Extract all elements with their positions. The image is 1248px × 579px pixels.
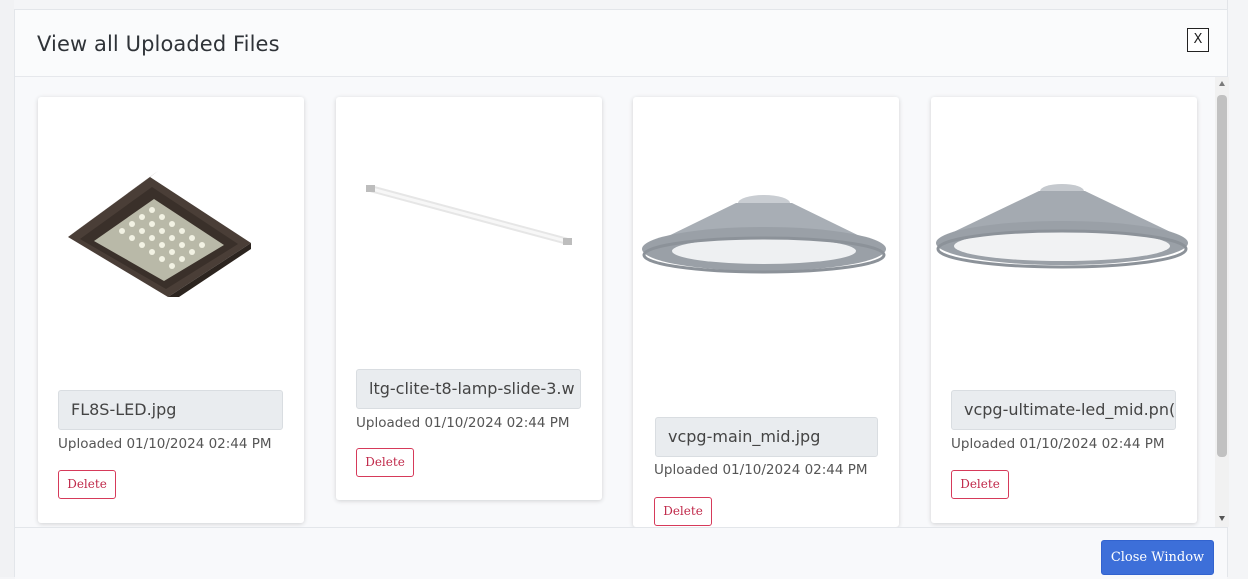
canopy-light-image [642, 195, 886, 274]
file-name-field[interactable]: ltg-clite-t8-lamp-slide-3.w [356, 369, 581, 409]
scroll-down-arrow-icon[interactable] [1219, 516, 1225, 521]
file-card: ltg-clite-t8-lamp-slide-3.w Uploaded 01/… [336, 97, 602, 500]
upload-timestamp: Uploaded 01/10/2024 02:44 PM [58, 436, 272, 452]
scrollbar-thumb[interactable] [1217, 95, 1227, 457]
modal-footer: Close Window [15, 527, 1227, 579]
page-background-right [1227, 0, 1248, 577]
close-icon-button[interactable]: X [1187, 28, 1209, 52]
delete-button[interactable]: Delete [654, 497, 712, 526]
file-card: FL8S-LED.jpg Uploaded 01/10/2024 02:44 P… [38, 97, 304, 523]
close-window-button[interactable]: Close Window [1101, 540, 1214, 575]
modal-title: View all Uploaded Files [37, 32, 280, 56]
t8-lamp-tube-image [366, 185, 572, 245]
delete-button[interactable]: Delete [356, 448, 414, 477]
delete-button[interactable]: Delete [58, 470, 116, 499]
file-name-field[interactable]: vcpg-main_mid.jpg [655, 417, 878, 457]
delete-button[interactable]: Delete [951, 470, 1009, 499]
uploaded-files-modal: View all Uploaded Files X FL8S-LED.jpg U… [14, 9, 1229, 579]
led-floodlight-image [68, 171, 251, 297]
file-name-field[interactable]: vcpg-ultimate-led_mid.pn( [951, 390, 1176, 430]
upload-timestamp: Uploaded 01/10/2024 02:44 PM [356, 415, 570, 431]
file-name-field[interactable]: FL8S-LED.jpg [58, 390, 283, 430]
scroll-up-arrow-icon[interactable] [1219, 81, 1225, 86]
file-card: vcpg-ultimate-led_mid.pn( Uploaded 01/10… [931, 97, 1197, 523]
page-background-left [0, 0, 14, 577]
modal-header: View all Uploaded Files X [15, 10, 1227, 77]
file-grid: FL8S-LED.jpg Uploaded 01/10/2024 02:44 P… [15, 77, 1215, 527]
upload-timestamp: Uploaded 01/10/2024 02:44 PM [654, 462, 868, 478]
upload-timestamp: Uploaded 01/10/2024 02:44 PM [951, 436, 1165, 452]
file-card: vcpg-main_mid.jpg Uploaded 01/10/2024 02… [633, 97, 899, 527]
canopy-light-led-image [936, 184, 1188, 269]
vertical-scrollbar[interactable] [1215, 77, 1229, 527]
